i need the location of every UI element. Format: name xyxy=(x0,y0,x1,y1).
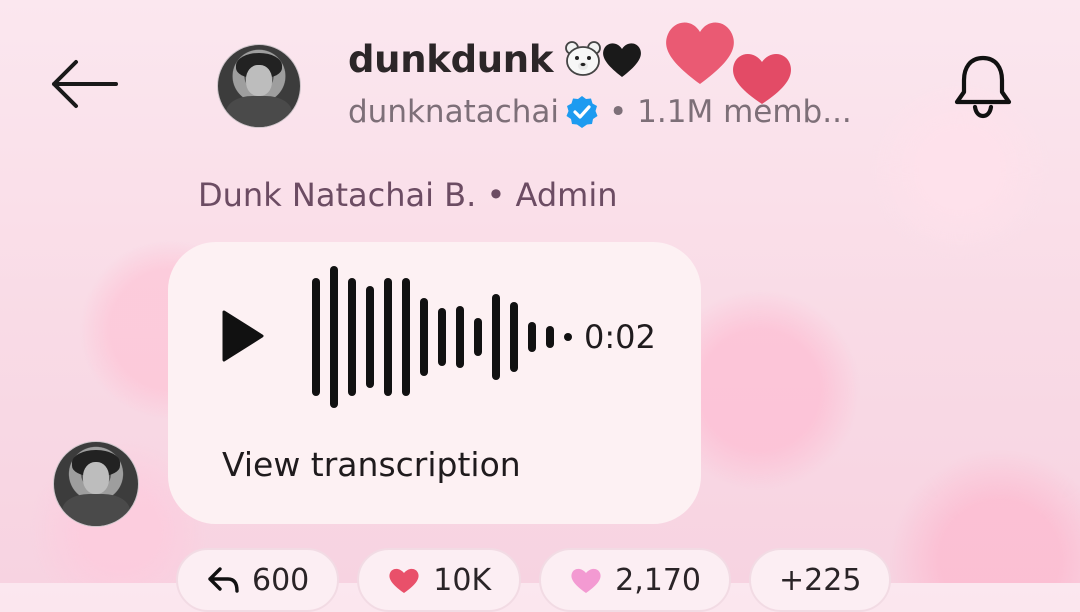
view-transcription-link[interactable]: View transcription xyxy=(222,445,521,484)
notifications-button[interactable] xyxy=(950,52,1016,120)
member-count: • 1.1M memb... xyxy=(609,94,852,130)
back-button[interactable] xyxy=(48,58,120,110)
reply-count: 600 xyxy=(252,562,310,598)
more-reactions-chip[interactable]: +225 xyxy=(749,548,892,612)
more-reactions-count: +225 xyxy=(779,562,862,598)
reply-count-chip[interactable]: 600 xyxy=(176,548,340,612)
verified-badge-icon xyxy=(566,96,598,128)
heart-count: 10K xyxy=(433,562,492,598)
arrow-left-icon xyxy=(52,60,118,108)
audio-waveform[interactable] xyxy=(306,262,582,412)
channel-avatar[interactable] xyxy=(217,44,301,128)
polar-bear-emoji-icon xyxy=(565,41,602,76)
play-icon xyxy=(222,310,264,362)
sparkling-heart-icon xyxy=(571,568,601,593)
channel-subtitle: dunknatachai • 1.1M memb... xyxy=(348,94,852,130)
black-heart-emoji-icon xyxy=(603,43,642,77)
play-button[interactable] xyxy=(220,308,266,364)
reply-arrow-icon xyxy=(208,567,239,593)
channel-title[interactable]: dunkdunk xyxy=(348,38,643,81)
red-heart-icon xyxy=(389,568,419,593)
floating-hearts-icon xyxy=(666,22,791,104)
reactions-bar: 600 10K 2,170 +225 xyxy=(176,548,892,612)
sender-avatar[interactable] xyxy=(53,441,139,527)
channel-name: dunkdunk xyxy=(348,38,554,81)
sparkling-heart-count: 2,170 xyxy=(615,562,702,598)
sender-label: Dunk Natachai B. • Admin xyxy=(198,176,618,214)
channel-handle: dunknatachai xyxy=(348,94,560,130)
bell-icon xyxy=(954,55,1012,119)
sparkling-heart-chip[interactable]: 2,170 xyxy=(539,548,732,612)
heart-reaction-chip[interactable]: 10K xyxy=(357,548,522,612)
voice-duration: 0:02 xyxy=(584,318,656,356)
